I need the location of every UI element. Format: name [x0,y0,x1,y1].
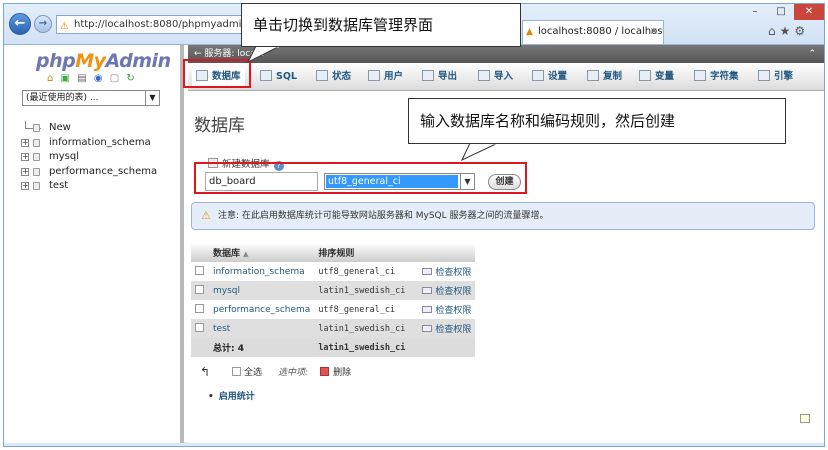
callout-pointers [246,45,499,162]
callout-switch-to-database: 单击切换到数据库管理界面 [241,3,521,47]
callout-enter-db-name: 输入数据库名称和编码规则，然后创建 [408,98,786,144]
